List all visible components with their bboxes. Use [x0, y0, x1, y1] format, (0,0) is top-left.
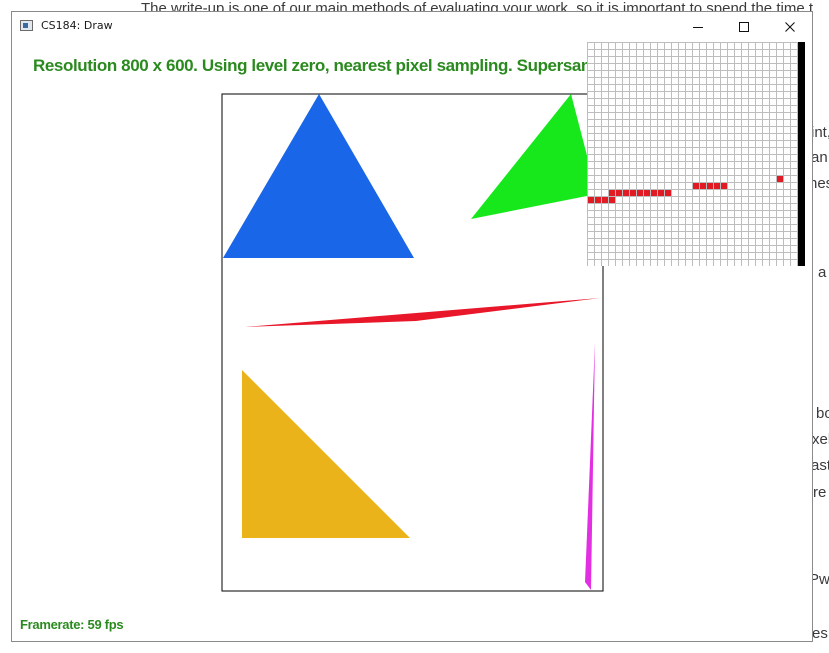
sampled-pixel	[609, 190, 615, 196]
background-text-line: a	[818, 264, 827, 281]
background-text-line: xel	[812, 431, 829, 448]
pixel-zoom-view[interactable]	[587, 42, 807, 267]
sampled-pixel	[602, 197, 608, 203]
sampled-pixel	[714, 183, 720, 189]
zoom-grid-lines	[587, 42, 798, 267]
background-text-line: an	[811, 149, 828, 166]
sampled-pixel	[595, 197, 601, 203]
sampled-pixel	[700, 183, 706, 189]
sampled-pixel	[616, 190, 622, 196]
background-text-line: ast	[811, 457, 829, 474]
sampled-pixel	[651, 190, 657, 196]
frame-edge-pixels	[798, 42, 805, 266]
sampled-pixel	[658, 190, 664, 196]
background-text-line: re	[813, 484, 827, 501]
sampled-pixel	[665, 190, 671, 196]
sampled-pixel	[588, 197, 594, 203]
sampled-pixel	[609, 197, 615, 203]
sampled-pixel	[707, 183, 713, 189]
zoom-grid	[587, 42, 805, 267]
sampled-pixel	[644, 190, 650, 196]
background-text-line: bo	[816, 405, 829, 422]
background-text-line: int,	[811, 124, 829, 141]
sampled-pixel	[637, 190, 643, 196]
sampled-pixel	[623, 190, 629, 196]
sampled-pixel	[630, 190, 636, 196]
background-text-line: es	[812, 625, 828, 642]
sampled-pixel	[693, 183, 699, 189]
sampled-pixel	[721, 183, 727, 189]
sampled-pixel	[777, 176, 783, 182]
framerate-status: Framerate: 59 fps	[20, 617, 124, 632]
